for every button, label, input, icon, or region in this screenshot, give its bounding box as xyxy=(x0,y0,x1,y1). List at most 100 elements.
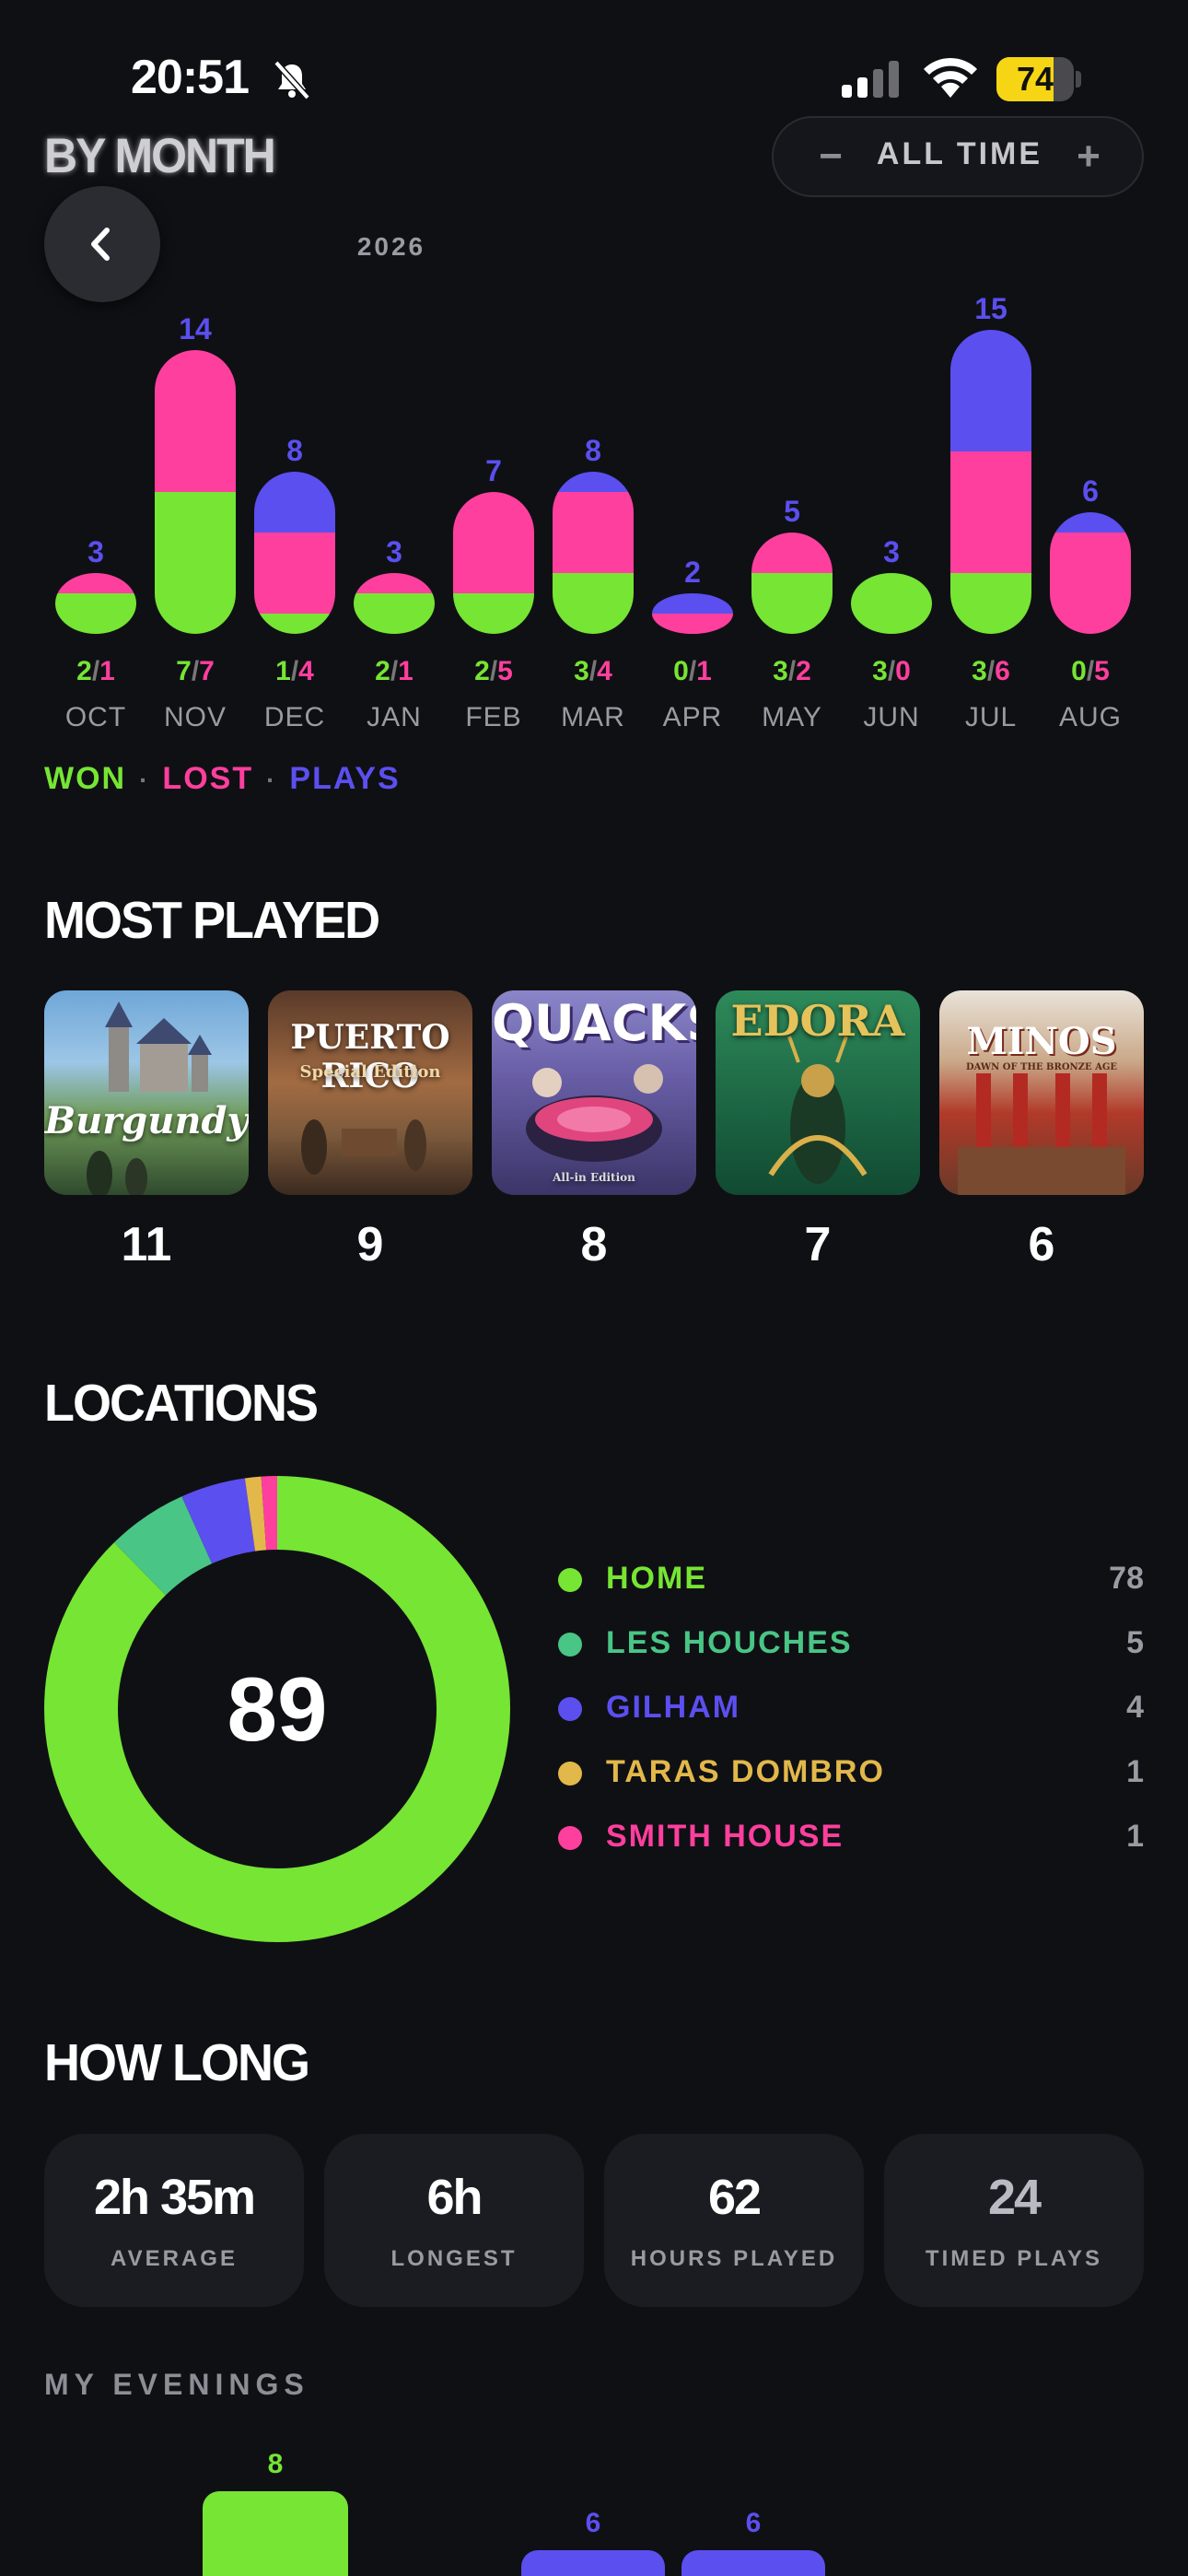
month-bar-mar[interactable] xyxy=(553,472,634,634)
bar-total-label: 3 xyxy=(87,535,104,568)
time-range-control: − ALL TIME + xyxy=(772,116,1144,197)
bar-segment-lost xyxy=(155,350,236,492)
bar-segment-lost xyxy=(55,573,136,593)
month-tick-label: APR xyxy=(663,702,723,732)
month-tick-label: AUG xyxy=(1059,702,1122,732)
win-loss-label: 3/0 xyxy=(872,656,911,686)
stat-label: TIMED PLAYS xyxy=(925,2246,1103,2271)
month-tick-label: JAN xyxy=(367,702,422,732)
bar-segment-won xyxy=(453,593,534,634)
cellular-signal-icon xyxy=(842,61,899,98)
location-row-les-houches[interactable]: LES HOUCHES 5 xyxy=(558,1622,1144,1668)
chevron-left-icon xyxy=(91,228,110,261)
month-tick-label: MAY xyxy=(762,702,822,732)
status-time: 20:51 xyxy=(131,51,250,104)
section-title-most-played: MOST PLAYED xyxy=(44,891,380,950)
month-bar-aug[interactable] xyxy=(1050,512,1131,634)
month-bar-jul[interactable] xyxy=(950,330,1031,634)
game-title-text: EDORA xyxy=(730,996,905,1046)
location-count: 78 xyxy=(1109,1561,1144,1596)
bar-segment-other xyxy=(652,593,733,614)
bar-total-label: 5 xyxy=(784,495,800,528)
game-title-text: PUERTO RICO xyxy=(290,1018,450,1095)
month-tick-label: JUL xyxy=(965,702,1017,732)
location-count: 5 xyxy=(1126,1625,1144,1660)
bar-segment-other xyxy=(553,472,634,492)
location-name: HOME xyxy=(606,1561,707,1596)
month-bar-may[interactable] xyxy=(751,533,833,634)
month-bar-feb[interactable] xyxy=(453,492,534,634)
month-bar-nov[interactable] xyxy=(155,350,236,634)
location-name: TARAS DOMBRO xyxy=(606,1754,885,1789)
win-loss-label: 1/4 xyxy=(275,656,314,686)
castle-illustration xyxy=(87,1001,212,1195)
legend-plays: PLAYS xyxy=(289,761,401,796)
month-bar-jan[interactable] xyxy=(354,573,435,634)
game-card[interactable]: Burgundy 11 xyxy=(44,990,249,1272)
bar-segment-won xyxy=(155,492,236,634)
month-bar-jun[interactable] xyxy=(851,573,932,634)
range-increment-button[interactable]: + xyxy=(1068,133,1109,181)
range-decrement-button[interactable]: − xyxy=(810,133,851,181)
bell-muted-icon xyxy=(274,60,310,100)
bar-segment-won xyxy=(553,573,634,634)
monthly-plays-chart: 3 2/1 OCT 14 7/7 NOV 8 1/4 DEC 3 2/1 JAN 7 2/5 FEB 8 3/4… xyxy=(55,292,1131,732)
game-title-text: MINOS xyxy=(966,1020,1117,1063)
game-card[interactable]: PUERTO RICO Special Edition 9 xyxy=(268,990,472,1272)
stat-card-timed-plays: 24 TIMED PLAYS xyxy=(884,2134,1144,2307)
bar-segment-won xyxy=(55,593,136,634)
stat-label: HOURS PLAYED xyxy=(630,2246,838,2271)
range-label[interactable]: ALL TIME xyxy=(866,136,1054,172)
month-tick-label: MAR xyxy=(561,702,625,732)
location-color-dot xyxy=(558,1826,582,1850)
location-row-taras-dombro[interactable]: TARAS DOMBRO 1 xyxy=(558,1751,1144,1797)
battery-icon: 74 xyxy=(996,57,1081,101)
game-card[interactable]: MINOS DAWN OF THE BRONZE AGE 6 xyxy=(939,990,1144,1272)
location-name: LES HOUCHES xyxy=(606,1625,853,1660)
bar-segment-lost xyxy=(553,492,634,573)
bar-segment-lost xyxy=(453,492,534,593)
win-loss-label: 3/4 xyxy=(574,656,612,686)
location-color-dot xyxy=(558,1633,582,1657)
month-tick-label: FEB xyxy=(465,702,521,732)
chart-legend: WON · LOST · PLAYS xyxy=(44,761,401,796)
location-row-smith-house[interactable]: SMITH HOUSE 1 xyxy=(558,1815,1144,1861)
win-loss-label: 3/6 xyxy=(972,656,1010,686)
location-row-home[interactable]: HOME 78 xyxy=(558,1557,1144,1603)
month-bar-oct[interactable] xyxy=(55,573,136,634)
evening-bar xyxy=(203,2491,348,2576)
year-label: 2026 xyxy=(356,232,426,261)
bar-total-label: 2 xyxy=(684,556,701,589)
location-color-dot xyxy=(558,1697,582,1721)
bar-segment-won xyxy=(254,614,335,634)
game-title-text: QUACKS xyxy=(492,994,696,1052)
wifi-icon xyxy=(924,57,977,98)
game-card[interactable]: QUACKS All-in Edition 8 xyxy=(492,990,696,1272)
evening-bar xyxy=(521,2550,665,2576)
win-loss-label: 7/7 xyxy=(176,656,215,686)
stat-card-average: 2h 35m AVERAGE xyxy=(44,2134,304,2307)
bar-total-label: 8 xyxy=(585,434,601,467)
win-loss-label: 0/1 xyxy=(673,656,712,686)
bar-total-label: 14 xyxy=(179,312,212,345)
location-row-gilham[interactable]: GILHAM 4 xyxy=(558,1686,1144,1732)
game-subtitle-text: Special Edition xyxy=(299,1062,441,1082)
game-subtitle-text: All-in Edition xyxy=(553,1171,635,1184)
game-play-count: 9 xyxy=(356,1218,384,1271)
game-cover-minos: MINOS DAWN OF THE BRONZE AGE xyxy=(939,990,1144,1195)
section-title-how-long: HOW LONG xyxy=(44,2033,310,2092)
month-tick-label: OCT xyxy=(65,702,126,732)
locations-donut-chart: 89 xyxy=(44,1476,510,1942)
month-bar-dec[interactable] xyxy=(254,472,335,634)
stat-card-longest: 6h LONGEST xyxy=(324,2134,584,2307)
month-bar-apr[interactable] xyxy=(652,593,733,634)
bar-segment-other xyxy=(950,330,1031,451)
evening-bar xyxy=(681,2550,825,2576)
section-title-my-evenings: MY EVENINGS xyxy=(44,2368,309,2401)
bar-segment-other xyxy=(1050,512,1131,533)
location-count: 4 xyxy=(1126,1690,1144,1725)
game-card[interactable]: EDORA 7 xyxy=(716,990,920,1272)
game-cover-edora: EDORA xyxy=(716,990,920,1195)
evenings-chart: 8 6 6 xyxy=(0,2432,1188,2576)
bar-segment-other xyxy=(254,472,335,533)
